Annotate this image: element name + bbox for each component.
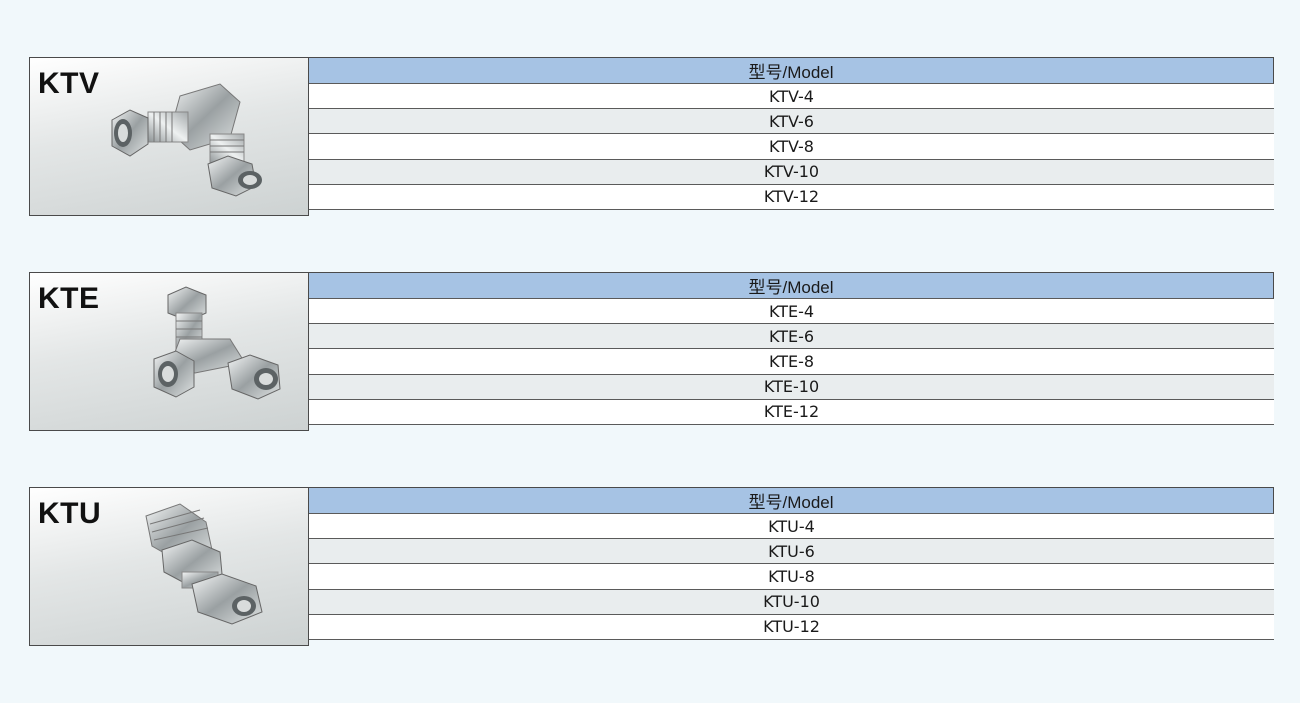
model-table: 型号/Model KTE-4 KTE-6 KTE-8 KTE-10 KTE-12 bbox=[308, 272, 1274, 431]
model-row: KTE-6 bbox=[309, 324, 1274, 350]
tee-fitting-image bbox=[153, 286, 281, 400]
model-table: 型号/Model KTV-4 KTV-6 KTV-8 KTV-10 KTV-12 bbox=[308, 57, 1274, 216]
model-row: KTV-4 bbox=[309, 84, 1274, 110]
model-row: KTU-8 bbox=[309, 564, 1274, 590]
elbow-fitting-image bbox=[111, 83, 262, 197]
model-row: KTE-12 bbox=[309, 399, 1274, 425]
model-row: KTU-4 bbox=[309, 514, 1274, 540]
model-table: 型号/Model KTU-4 KTU-6 KTU-8 KTU-10 KTU-12 bbox=[308, 487, 1274, 646]
model-row: KTV-10 bbox=[309, 159, 1274, 185]
model-row: KTE-10 bbox=[309, 374, 1274, 400]
section-ktu: KTU 型号/Model KTU-4 KTU-6 KTU-8 KTU-10 KT… bbox=[29, 487, 1274, 646]
section-kte: KTE 型号/Model KTE-4 KTE-6 KTE-8 KTE-10 KT… bbox=[29, 272, 1274, 431]
model-table-header: 型号/Model bbox=[309, 57, 1274, 84]
product-image-panel: KTV bbox=[29, 57, 308, 216]
model-row: KTV-8 bbox=[309, 134, 1274, 160]
model-row: KTV-12 bbox=[309, 184, 1274, 210]
straight-connector-image bbox=[145, 503, 263, 625]
model-row: KTV-6 bbox=[309, 109, 1274, 135]
product-image-panel: KTU bbox=[29, 487, 308, 646]
model-row: KTE-8 bbox=[309, 349, 1274, 375]
section-ktv: KTV 型号/Model KTV-4 KTV-6 KTV-8 KTV-10 KT… bbox=[29, 57, 1274, 216]
model-table-header: 型号/Model bbox=[309, 487, 1274, 514]
model-row: KTU-6 bbox=[309, 539, 1274, 565]
model-row: KTE-4 bbox=[309, 299, 1274, 325]
model-table-header: 型号/Model bbox=[309, 272, 1274, 299]
product-image-panel: KTE bbox=[29, 272, 308, 431]
model-row: KTU-12 bbox=[309, 614, 1274, 640]
model-row: KTU-10 bbox=[309, 589, 1274, 615]
